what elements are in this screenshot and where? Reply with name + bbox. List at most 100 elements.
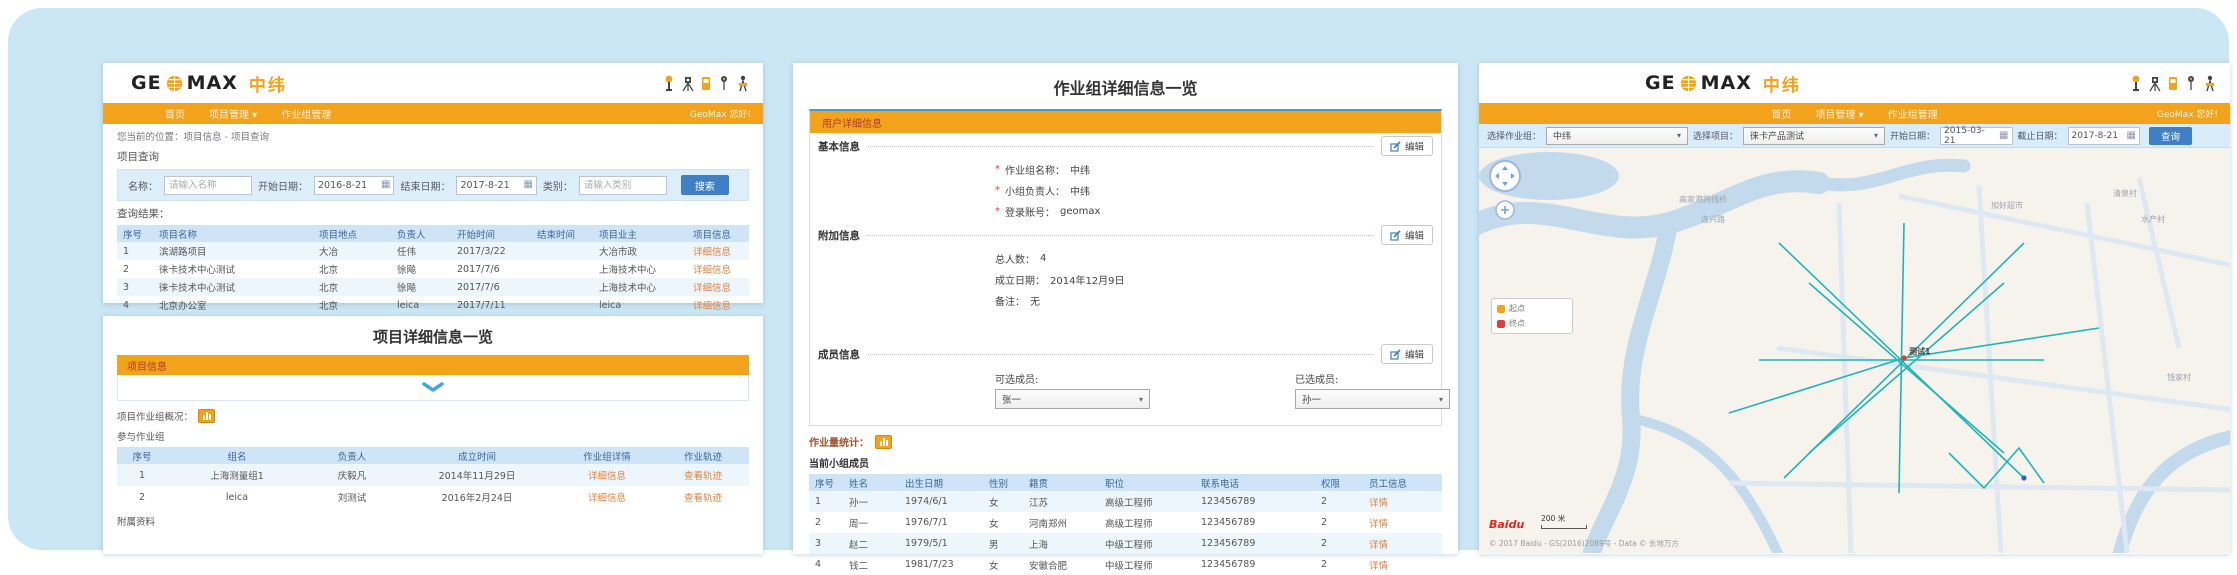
project-detail-link[interactable]: 详细信息 — [687, 260, 749, 278]
nav-item-home[interactable]: 首页 — [165, 106, 185, 121]
project-row: 1 滨湖路项目 大冶 任伟 2017/3/22 大冶市政 详细信息 — [117, 242, 749, 260]
stats-chart-button[interactable] — [198, 409, 215, 423]
start-date-field[interactable]: 2015-03-21 ▦ — [1940, 127, 2012, 145]
nav-user-greeting: GeoMax 您好! — [690, 107, 751, 120]
map-place-label: 连兴路 — [1701, 214, 1725, 225]
cell-phone: 123456789 — [1195, 491, 1315, 512]
nav-item-project-mgmt[interactable]: 项目管理 ▾ — [1815, 106, 1863, 121]
required-mark: * — [995, 164, 1000, 175]
logo-text-max: MAX — [187, 72, 238, 94]
attachments-label: 附属资料 — [117, 514, 749, 528]
end-date-field[interactable]: 2017-8-21 ▦ — [2068, 127, 2140, 145]
edit-button-label: 编辑 — [1405, 347, 1424, 361]
group-detail-link[interactable]: 详细信息 — [557, 486, 657, 508]
map-place-label: 加好超市 — [1991, 200, 2023, 211]
calendar-icon[interactable]: ▦ — [2127, 131, 2136, 141]
edit-basic-button[interactable]: 编辑 — [1381, 136, 1433, 156]
col-header: 开始时间 — [451, 225, 531, 242]
project-row: 2 徕卡技术中心测试 北京 徐飚 2017/7/6 上海技术中心 详细信息 — [117, 260, 749, 278]
map-canvas — [1479, 148, 2230, 553]
edit-extra-button[interactable]: 编辑 — [1381, 225, 1433, 245]
cell-permission: 2 — [1315, 491, 1363, 512]
project-detail-link[interactable]: 详细信息 — [687, 296, 749, 314]
calendar-icon[interactable]: ▦ — [381, 180, 390, 190]
employee-detail-link[interactable]: 详情 — [1363, 533, 1442, 554]
cell-founded: 2016年2月24日 — [397, 486, 557, 508]
cell-start-time: 2017/7/11 — [451, 296, 531, 314]
edit-members-button[interactable]: 编辑 — [1381, 344, 1433, 364]
selected-members-select[interactable]: 孙一 ▾ — [1295, 389, 1450, 409]
group-detail-link[interactable]: 详细信息 — [557, 464, 657, 486]
map-zoom-control[interactable] — [1496, 201, 1514, 219]
instrument-icons — [2130, 75, 2218, 92]
name-label: 名称： — [128, 178, 158, 193]
project-search-bar: 名称： 开始日期： 2016-8-21 ▦ 结束日期： 2017-8-21 ▦ … — [117, 169, 749, 201]
project-detail-link[interactable]: 详细信息 — [687, 278, 749, 296]
pencil-edit-icon — [1390, 230, 1401, 241]
cell-hometown: 安徽合肥 — [1023, 554, 1099, 575]
start-date-field[interactable]: 2016-8-21 ▦ — [314, 176, 394, 195]
calendar-icon[interactable]: ▦ — [1999, 131, 2008, 141]
cell-project-name: 徕卡技术中心测试 — [153, 278, 313, 296]
search-button[interactable]: 搜索 — [681, 175, 729, 195]
employee-detail-link[interactable]: 详情 — [1363, 554, 1442, 575]
table-header-row: 序号 姓名 出生日期 性别 籍贯 职位 联系电话 权限 员工信息 — [809, 474, 1442, 491]
project-select[interactable]: 徕卡产品测试 ▾ — [1743, 127, 1885, 145]
cell-gender: 女 — [983, 554, 1023, 575]
employee-detail-link[interactable]: 详情 — [1363, 491, 1442, 512]
dotted-divider — [868, 146, 1373, 147]
cell-index: 4 — [809, 554, 843, 575]
group-select[interactable]: 中纬 ▾ — [1546, 127, 1688, 145]
col-header: 序号 — [117, 225, 153, 242]
name-input[interactable] — [164, 176, 252, 195]
caret-down-icon: ▾ — [1677, 131, 1681, 140]
map-place-label: 水产村 — [2141, 214, 2165, 225]
field-remark: 备注： 无 — [810, 290, 1441, 311]
track-end-marker[interactable] — [2021, 475, 2026, 480]
nav-item-project-mgmt[interactable]: 项目管理 ▾ — [209, 106, 257, 121]
edit-button-label: 编辑 — [1405, 228, 1424, 242]
end-marker-icon — [1497, 320, 1505, 328]
track-start-marker[interactable] — [1901, 355, 1906, 360]
available-members-select[interactable]: 张一 ▾ — [995, 389, 1150, 409]
cell-index: 1 — [117, 242, 153, 260]
cell-phone: 123456789 — [1195, 533, 1315, 554]
cell-location: 北京 — [313, 296, 391, 314]
pencil-edit-icon — [1390, 349, 1401, 360]
calendar-icon[interactable]: ▦ — [523, 180, 532, 190]
employee-detail-link[interactable]: 详情 — [1363, 512, 1442, 533]
member-row: 3 赵二 1979/5/1 男 上海 中级工程师 123456789 2 详情 — [809, 533, 1442, 554]
map-place-label: 高家港跨线桥 — [1679, 194, 1727, 205]
nav-item-home[interactable]: 首页 — [1771, 106, 1791, 121]
map-pan-control[interactable] — [1490, 161, 1520, 191]
query-button[interactable]: 查询 — [2149, 127, 2192, 145]
prism-pole-icon — [717, 75, 731, 92]
workload-stats-button[interactable] — [875, 435, 892, 449]
end-date-field[interactable]: 2017-8-21 ▦ — [456, 176, 536, 195]
selected-members-label: 已选成员: — [1295, 371, 1450, 386]
logo-text-ge: GE — [1645, 72, 1676, 94]
collapse-toggle[interactable] — [117, 375, 749, 401]
col-header: 性别 — [983, 474, 1023, 491]
track-name-label: 测试1 — [1909, 346, 1931, 357]
globe-icon — [166, 75, 183, 92]
view-track-link[interactable]: 查看轨迹 — [657, 464, 749, 486]
view-track-link[interactable]: 查看轨迹 — [657, 486, 749, 508]
project-detail-link[interactable]: 详细信息 — [687, 242, 749, 260]
cell-gender: 男 — [983, 533, 1023, 554]
logo-text-cn: 中纬 — [249, 71, 287, 96]
cell-client: 上海技术中心 — [593, 260, 687, 278]
cell-index: 3 — [117, 278, 153, 296]
type-input[interactable] — [579, 176, 667, 195]
nav-item-workgroup-mgmt[interactable]: 作业组管理 — [281, 106, 331, 121]
nav-item-workgroup-mgmt[interactable]: 作业组管理 — [1888, 106, 1938, 121]
map-viewport[interactable]: 高家港跨线桥 连兴路 加好超市 清泉村 水产村 钱家村 测试1 起点 终点 Ba… — [1479, 148, 2230, 553]
current-members-label: 当前小组成员 — [809, 455, 1442, 470]
col-header: 籍贯 — [1023, 474, 1099, 491]
spacer — [810, 311, 1441, 341]
group-row: 2 leica 刘测试 2016年2月24日 详细信息 查看轨迹 — [117, 486, 749, 508]
member-info-header: 成员信息 编辑 — [810, 341, 1441, 367]
cell-permission: 2 — [1315, 554, 1363, 575]
col-header: 序号 — [117, 447, 167, 464]
main-navbar: 首页 项目管理 ▾ 作业组管理 GeoMax 您好! — [103, 103, 763, 124]
